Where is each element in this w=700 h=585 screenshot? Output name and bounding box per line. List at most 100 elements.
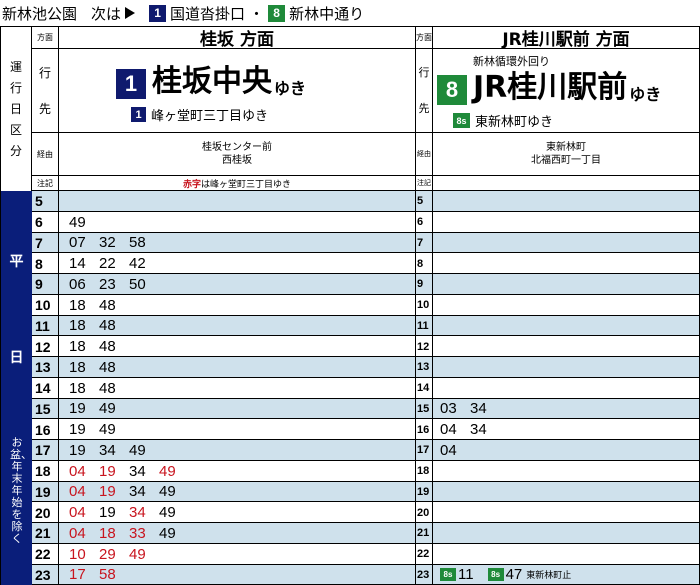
- minutes-cell: 04 19 34 49: [69, 461, 189, 482]
- timetable-row-left: 15 19 49: [32, 398, 415, 420]
- minutes-cell: 04 34: [440, 419, 500, 440]
- departure-minute: 48: [99, 358, 116, 376]
- right-direction-cell: JR桂川駅前 方面: [433, 27, 699, 50]
- left-sub-destination: 峰ヶ堂町三丁目ゆき: [151, 109, 269, 124]
- left-destination: 桂坂中央: [152, 64, 272, 99]
- minutes-cell: 04: [440, 440, 470, 461]
- departure-minute: 19: [69, 400, 86, 418]
- timetable-row-right: 18: [416, 460, 699, 482]
- minutes-cell: 04 19 34 49: [69, 502, 189, 523]
- hour-cell: 23: [416, 564, 433, 585]
- departure-minute: 49: [159, 462, 176, 480]
- departure-minute: 22: [99, 255, 116, 273]
- hour-cell: 6: [32, 211, 59, 233]
- departure-minute: 50: [129, 275, 146, 293]
- hour-cell: 17: [416, 440, 433, 461]
- departure-minute: 18: [69, 296, 86, 314]
- terminal-note: 東新林町止: [526, 570, 572, 581]
- timetable-row-left: 18 04 19 34 49: [32, 460, 415, 482]
- timetable-row-left: 7 07 32 58: [32, 232, 415, 254]
- hour-cell: 19: [416, 481, 433, 503]
- timetable-row-left: 14 18 48: [32, 377, 415, 399]
- route-8-badge: 8: [268, 4, 286, 22]
- hour-cell: 18: [32, 460, 59, 482]
- left-direction: 桂坂 方面: [200, 30, 274, 50]
- departure-minute: 49: [159, 504, 176, 522]
- departure-minute: 18: [69, 317, 86, 335]
- minutes-cell: 14 22 42: [69, 253, 159, 274]
- departure-minute: 23: [99, 275, 116, 293]
- hour-cell: 18: [416, 460, 433, 482]
- label-keiyu-right: 経由: [416, 133, 433, 176]
- minutes-cell: 10 29 49: [69, 544, 159, 565]
- hour-cell: 20: [32, 502, 59, 523]
- departure-minute: 14: [69, 255, 86, 273]
- timetable-row-right: 7: [416, 232, 699, 254]
- separator: ・: [249, 4, 265, 23]
- timetable-row-right: 16 04 34: [416, 419, 699, 440]
- hour-cell: 5: [32, 191, 59, 212]
- label-houmen: 方面: [32, 27, 59, 49]
- departure-minute: 19: [69, 441, 86, 459]
- right-sub-badge: 8s: [453, 113, 470, 128]
- hour-cell: 14: [32, 377, 59, 399]
- label-yukisaki: 行 先: [32, 49, 59, 133]
- label-yukisaki-right: 行 先: [416, 49, 433, 133]
- departure-minute: 49: [69, 213, 86, 231]
- label-houmen-right: 方面: [416, 27, 433, 49]
- next-label: 次は: [91, 4, 122, 23]
- hour-cell: 8: [416, 253, 433, 274]
- departure-minute: 18: [69, 358, 86, 376]
- left-destination-cell: 1 桂坂中央 ゆき 1 峰ヶ堂町三丁目ゆき: [59, 49, 415, 133]
- label-char: 運: [9, 59, 22, 74]
- timetable-row-left: 19 04 19 34 49: [32, 481, 415, 503]
- departure-minute: 03: [440, 400, 457, 418]
- timetable-frame: 運 行 日 区 分 平 日 お盆、年末年始を除く 方面 桂坂 方面 行 先 1 …: [0, 26, 700, 585]
- hour-cell: 11: [32, 315, 59, 337]
- departure-minute: 47: [505, 566, 523, 584]
- hour-cell: 6: [416, 211, 433, 233]
- departure-minute: 17: [69, 566, 86, 584]
- departure-minute: 18: [69, 338, 86, 356]
- label-chuki-right: 注記: [416, 176, 433, 191]
- left-note-cell: 赤字 は峰ヶ堂町三丁目ゆき: [59, 176, 415, 191]
- hour-cell: 22: [416, 543, 433, 565]
- next-stop-1: 国道沓掛口: [170, 4, 246, 23]
- minutes-cell: 18 48: [69, 378, 129, 399]
- departure-minute: 49: [159, 524, 176, 542]
- hour-cell: 22: [32, 543, 59, 565]
- minutes-cell: 19 34 49: [69, 440, 159, 461]
- right-direction: JR桂川駅前 方面: [502, 30, 630, 50]
- right-destination-cell: 新林循環外回り 8 JR桂川駅前 ゆき 8s 東新林町ゆき: [433, 49, 699, 133]
- departure-minute: 32: [99, 234, 116, 252]
- left-via-2: 西桂坂: [222, 155, 252, 166]
- timetable-row-left: 6 49: [32, 211, 415, 233]
- label-char: 区: [9, 122, 22, 137]
- timetable-row-right: 13: [416, 357, 699, 378]
- timetable-row-right: 15 03 34: [416, 398, 699, 420]
- departure-minute: 49: [159, 483, 176, 501]
- hour-cell: 16: [416, 419, 433, 440]
- departure-minute: 29: [99, 545, 116, 563]
- hour-cell: 7: [416, 232, 433, 254]
- minutes-cell: 17 58: [69, 565, 129, 585]
- departure-minute: 04: [69, 483, 86, 501]
- timetable-row-left: 11 18 48: [32, 315, 415, 337]
- play-triangle-icon: [125, 7, 136, 19]
- hour-cell: 11: [416, 315, 433, 337]
- minutes-cell: 18 48: [69, 357, 129, 378]
- hour-cell: 7: [32, 232, 59, 254]
- hour-cell: 12: [32, 336, 59, 357]
- timetable-row-right: 9: [416, 274, 699, 295]
- minutes-cell: 18 48: [69, 336, 129, 357]
- left-note-rest: は峰ヶ堂町三丁目ゆき: [201, 179, 292, 190]
- timetable-row-left: 22 10 29 49: [32, 543, 415, 565]
- left-route-badge: 1: [116, 69, 146, 99]
- right-pre-line: 新林循環外回り: [473, 55, 550, 68]
- left-note-red: 赤字: [182, 179, 201, 190]
- departure-minute: 07: [69, 234, 86, 252]
- label-char: 先: [418, 101, 430, 115]
- hour-cell: 19: [32, 481, 59, 503]
- hour-cell: 8: [32, 253, 59, 274]
- label-char: 行: [9, 80, 22, 95]
